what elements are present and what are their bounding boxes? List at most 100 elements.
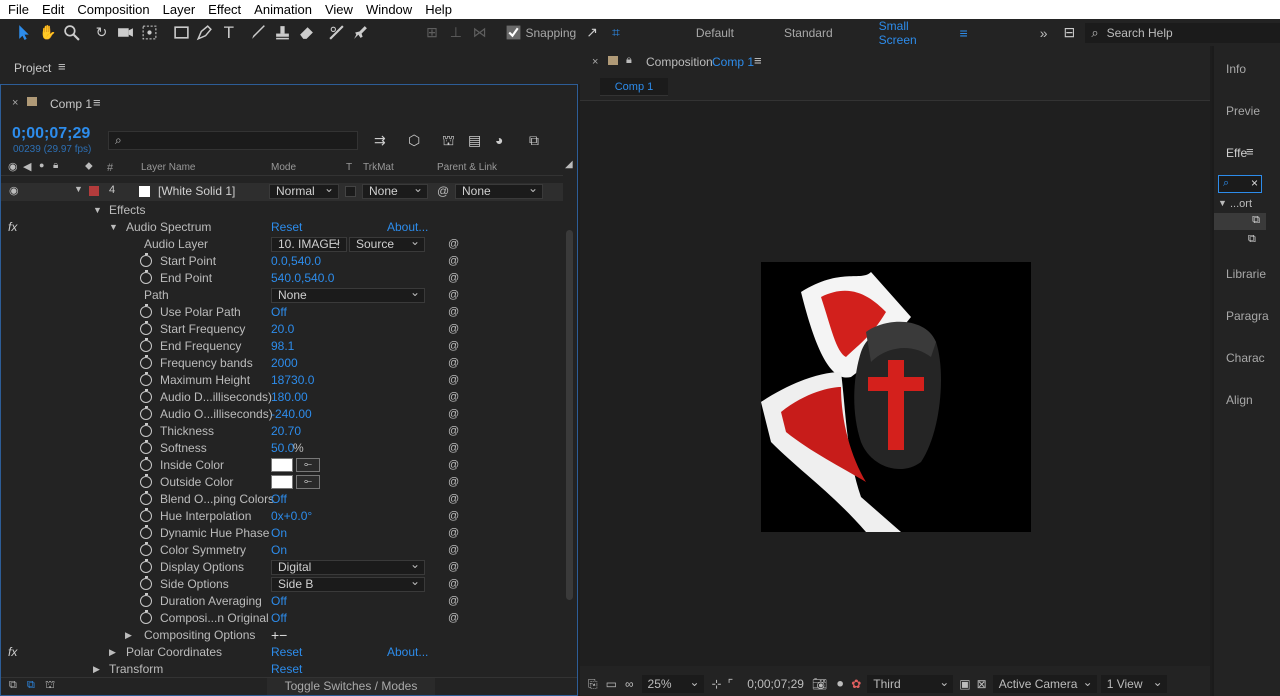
workspace-small-screen[interactable]: Small Screen bbox=[879, 19, 950, 47]
in-out-icon[interactable]: ⛫ bbox=[45, 679, 55, 693]
align-icon[interactable]: ⊞ bbox=[422, 23, 442, 43]
roto-brush-tool-icon[interactable] bbox=[326, 23, 346, 43]
trkmat-dropdown[interactable]: None bbox=[362, 182, 428, 199]
fx-icon[interactable]: fx bbox=[8, 644, 17, 661]
menu-animation[interactable]: Animation bbox=[254, 2, 312, 17]
stopwatch-icon[interactable] bbox=[140, 559, 152, 573]
stopwatch-icon[interactable] bbox=[140, 593, 152, 607]
property-value[interactable]: 540.0,540.0 bbox=[271, 270, 334, 287]
snapshot-icon[interactable]: 📷︎ bbox=[812, 677, 827, 691]
effects-search-item[interactable]: ...ort bbox=[1230, 198, 1252, 210]
twirl-right-icon[interactable]: ▶ bbox=[109, 644, 116, 661]
panel-align[interactable]: Align bbox=[1226, 393, 1253, 407]
panel-info[interactable]: Info bbox=[1226, 62, 1246, 76]
expression-pickwhip-icon[interactable]: @ bbox=[448, 578, 460, 590]
rotate-tool-icon[interactable]: ↻ bbox=[92, 23, 112, 43]
layer-name[interactable]: [White Solid 1] bbox=[158, 184, 235, 198]
expression-pickwhip-icon[interactable]: @ bbox=[448, 272, 460, 284]
expression-pickwhip-icon[interactable]: @ bbox=[448, 442, 460, 454]
polar-about-link[interactable]: About... bbox=[387, 644, 428, 661]
property-dropdown[interactable]: Side B bbox=[271, 575, 425, 592]
expression-pickwhip-icon[interactable]: @ bbox=[448, 527, 460, 539]
effect-property-row[interactable]: Path None @ bbox=[1, 286, 563, 304]
resolution-dropdown[interactable]: Third ⌄ bbox=[867, 675, 954, 693]
expression-pickwhip-icon[interactable]: @ bbox=[448, 459, 460, 471]
comp-mini-flowchart-icon[interactable]: ⇉ bbox=[374, 132, 386, 149]
viewer-timecode[interactable]: 0;00;07;29 bbox=[747, 677, 804, 691]
expression-pickwhip-icon[interactable]: @ bbox=[448, 612, 460, 624]
expression-pickwhip-icon[interactable]: @ bbox=[448, 425, 460, 437]
mask-visibility-icon[interactable]: ⌜ bbox=[728, 677, 734, 691]
property-value[interactable]: Off bbox=[271, 304, 287, 321]
layer-row[interactable]: ◉ ▼ 4 [White Solid 1] Normal None @ None bbox=[1, 182, 563, 201]
property-value[interactable]: 20.70 bbox=[271, 423, 301, 440]
channels-icon[interactable]: ✿ bbox=[851, 677, 861, 691]
menu-layer[interactable]: Layer bbox=[163, 2, 196, 17]
search-help-field[interactable]: ⌕ Search Help bbox=[1085, 22, 1280, 43]
region-of-interest-icon[interactable]: ▣ bbox=[959, 677, 970, 691]
menu-window[interactable]: Window bbox=[366, 2, 412, 17]
hand-tool-icon[interactable]: ✋ bbox=[38, 23, 58, 43]
layer-switches-icon[interactable]: ⧉ bbox=[9, 679, 17, 692]
property-value[interactable]: 50.0 bbox=[271, 440, 294, 457]
eyedropper-icon[interactable]: ⟜ bbox=[296, 475, 320, 489]
composition-menu-icon[interactable]: ≡ bbox=[754, 53, 762, 68]
effects-result-row[interactable]: ⧉ bbox=[1214, 213, 1266, 230]
layer-mode-dropdown[interactable]: Normal bbox=[269, 182, 339, 199]
effect-property-row[interactable]: Audio O...illiseconds) -240.00 @ bbox=[1, 406, 563, 423]
effect-property-row[interactable]: End Point 540.0,540.0 @ bbox=[1, 270, 563, 287]
expression-pickwhip-icon[interactable]: @ bbox=[448, 544, 460, 556]
expression-pickwhip-icon[interactable]: @ bbox=[448, 391, 460, 403]
toggle-switches-modes-button[interactable]: Toggle Switches / Modes bbox=[267, 678, 435, 695]
scroll-up-icon[interactable]: ◢ bbox=[565, 159, 576, 175]
stopwatch-icon[interactable] bbox=[140, 508, 152, 522]
timecode-display[interactable]: 0;00;07;29 bbox=[12, 125, 90, 143]
expression-pickwhip-icon[interactable]: @ bbox=[448, 340, 460, 352]
expression-pickwhip-icon[interactable]: @ bbox=[448, 476, 460, 488]
stopwatch-icon[interactable] bbox=[140, 491, 152, 505]
property-value[interactable]: 98.1 bbox=[271, 338, 294, 355]
property-dropdown[interactable]: Digital bbox=[271, 558, 425, 575]
preserve-transparency-checkbox[interactable] bbox=[345, 186, 356, 197]
eye-icon[interactable]: ◉ bbox=[9, 184, 19, 197]
effect-property-row[interactable]: Duration Averaging Off @ bbox=[1, 593, 563, 610]
zoom-tool-icon[interactable] bbox=[62, 23, 82, 43]
stopwatch-icon[interactable] bbox=[140, 389, 152, 403]
expression-pickwhip-icon[interactable]: @ bbox=[448, 238, 460, 250]
close-tab-icon[interactable]: × bbox=[592, 56, 598, 68]
stopwatch-icon[interactable] bbox=[140, 355, 152, 369]
parent-dropdown[interactable]: None bbox=[455, 182, 543, 199]
property-value[interactable]: Off bbox=[271, 610, 287, 627]
stopwatch-icon[interactable] bbox=[140, 253, 152, 267]
expression-pickwhip-icon[interactable]: @ bbox=[448, 289, 460, 301]
clone-stamp-tool-icon[interactable] bbox=[273, 23, 293, 43]
motion-blur-icon[interactable]: ◕ bbox=[495, 132, 503, 148]
effect-property-row[interactable]: Side Options Side B @ bbox=[1, 575, 563, 593]
timeline-tab-comp1[interactable]: Comp 1 bbox=[50, 97, 92, 111]
workspace-default[interactable]: Default bbox=[696, 26, 734, 40]
expression-pickwhip-icon[interactable]: @ bbox=[448, 493, 460, 505]
effect-item-icon[interactable]: ⧉ bbox=[1248, 233, 1256, 246]
effect-property-row[interactable]: Frequency bands 2000 @ bbox=[1, 355, 563, 372]
stopwatch-icon[interactable] bbox=[140, 270, 152, 284]
audio-layer-dropdown[interactable]: 10. IMAGE! bbox=[271, 235, 347, 252]
compositing-options-row[interactable]: ▶ Compositing Options +− bbox=[1, 627, 563, 644]
expression-pickwhip-icon[interactable]: @ bbox=[448, 255, 460, 267]
polar-reset-link[interactable]: Reset bbox=[271, 644, 302, 661]
property-value[interactable]: 0.0,540.0 bbox=[271, 253, 321, 270]
effect-property-row[interactable]: Outside Color ⟜ @ bbox=[1, 474, 563, 491]
twirl-right-icon[interactable]: ▶ bbox=[93, 661, 100, 678]
show-snapshot-icon[interactable]: ⚫︎ bbox=[835, 677, 845, 691]
twirl-right-icon[interactable]: ▶ bbox=[125, 627, 132, 644]
panel-libraries[interactable]: Librarie bbox=[1226, 267, 1266, 281]
world-axis-icon[interactable]: ⋈ bbox=[470, 23, 490, 43]
effect-property-row[interactable]: End Frequency 98.1 @ bbox=[1, 338, 563, 355]
camera-dropdown[interactable]: Active Camera ⌄ bbox=[992, 675, 1097, 693]
effect-property-row[interactable]: Use Polar Path Off @ bbox=[1, 304, 563, 321]
panel-character[interactable]: Charac bbox=[1226, 351, 1265, 365]
expression-pickwhip-icon[interactable]: @ bbox=[448, 408, 460, 420]
graph-editor-icon[interactable]: ⧉ bbox=[529, 132, 539, 149]
effect-property-row[interactable]: Dynamic Hue Phase On @ bbox=[1, 525, 563, 542]
project-panel-menu-icon[interactable]: ≡ bbox=[58, 59, 66, 74]
stopwatch-icon[interactable] bbox=[140, 304, 152, 318]
